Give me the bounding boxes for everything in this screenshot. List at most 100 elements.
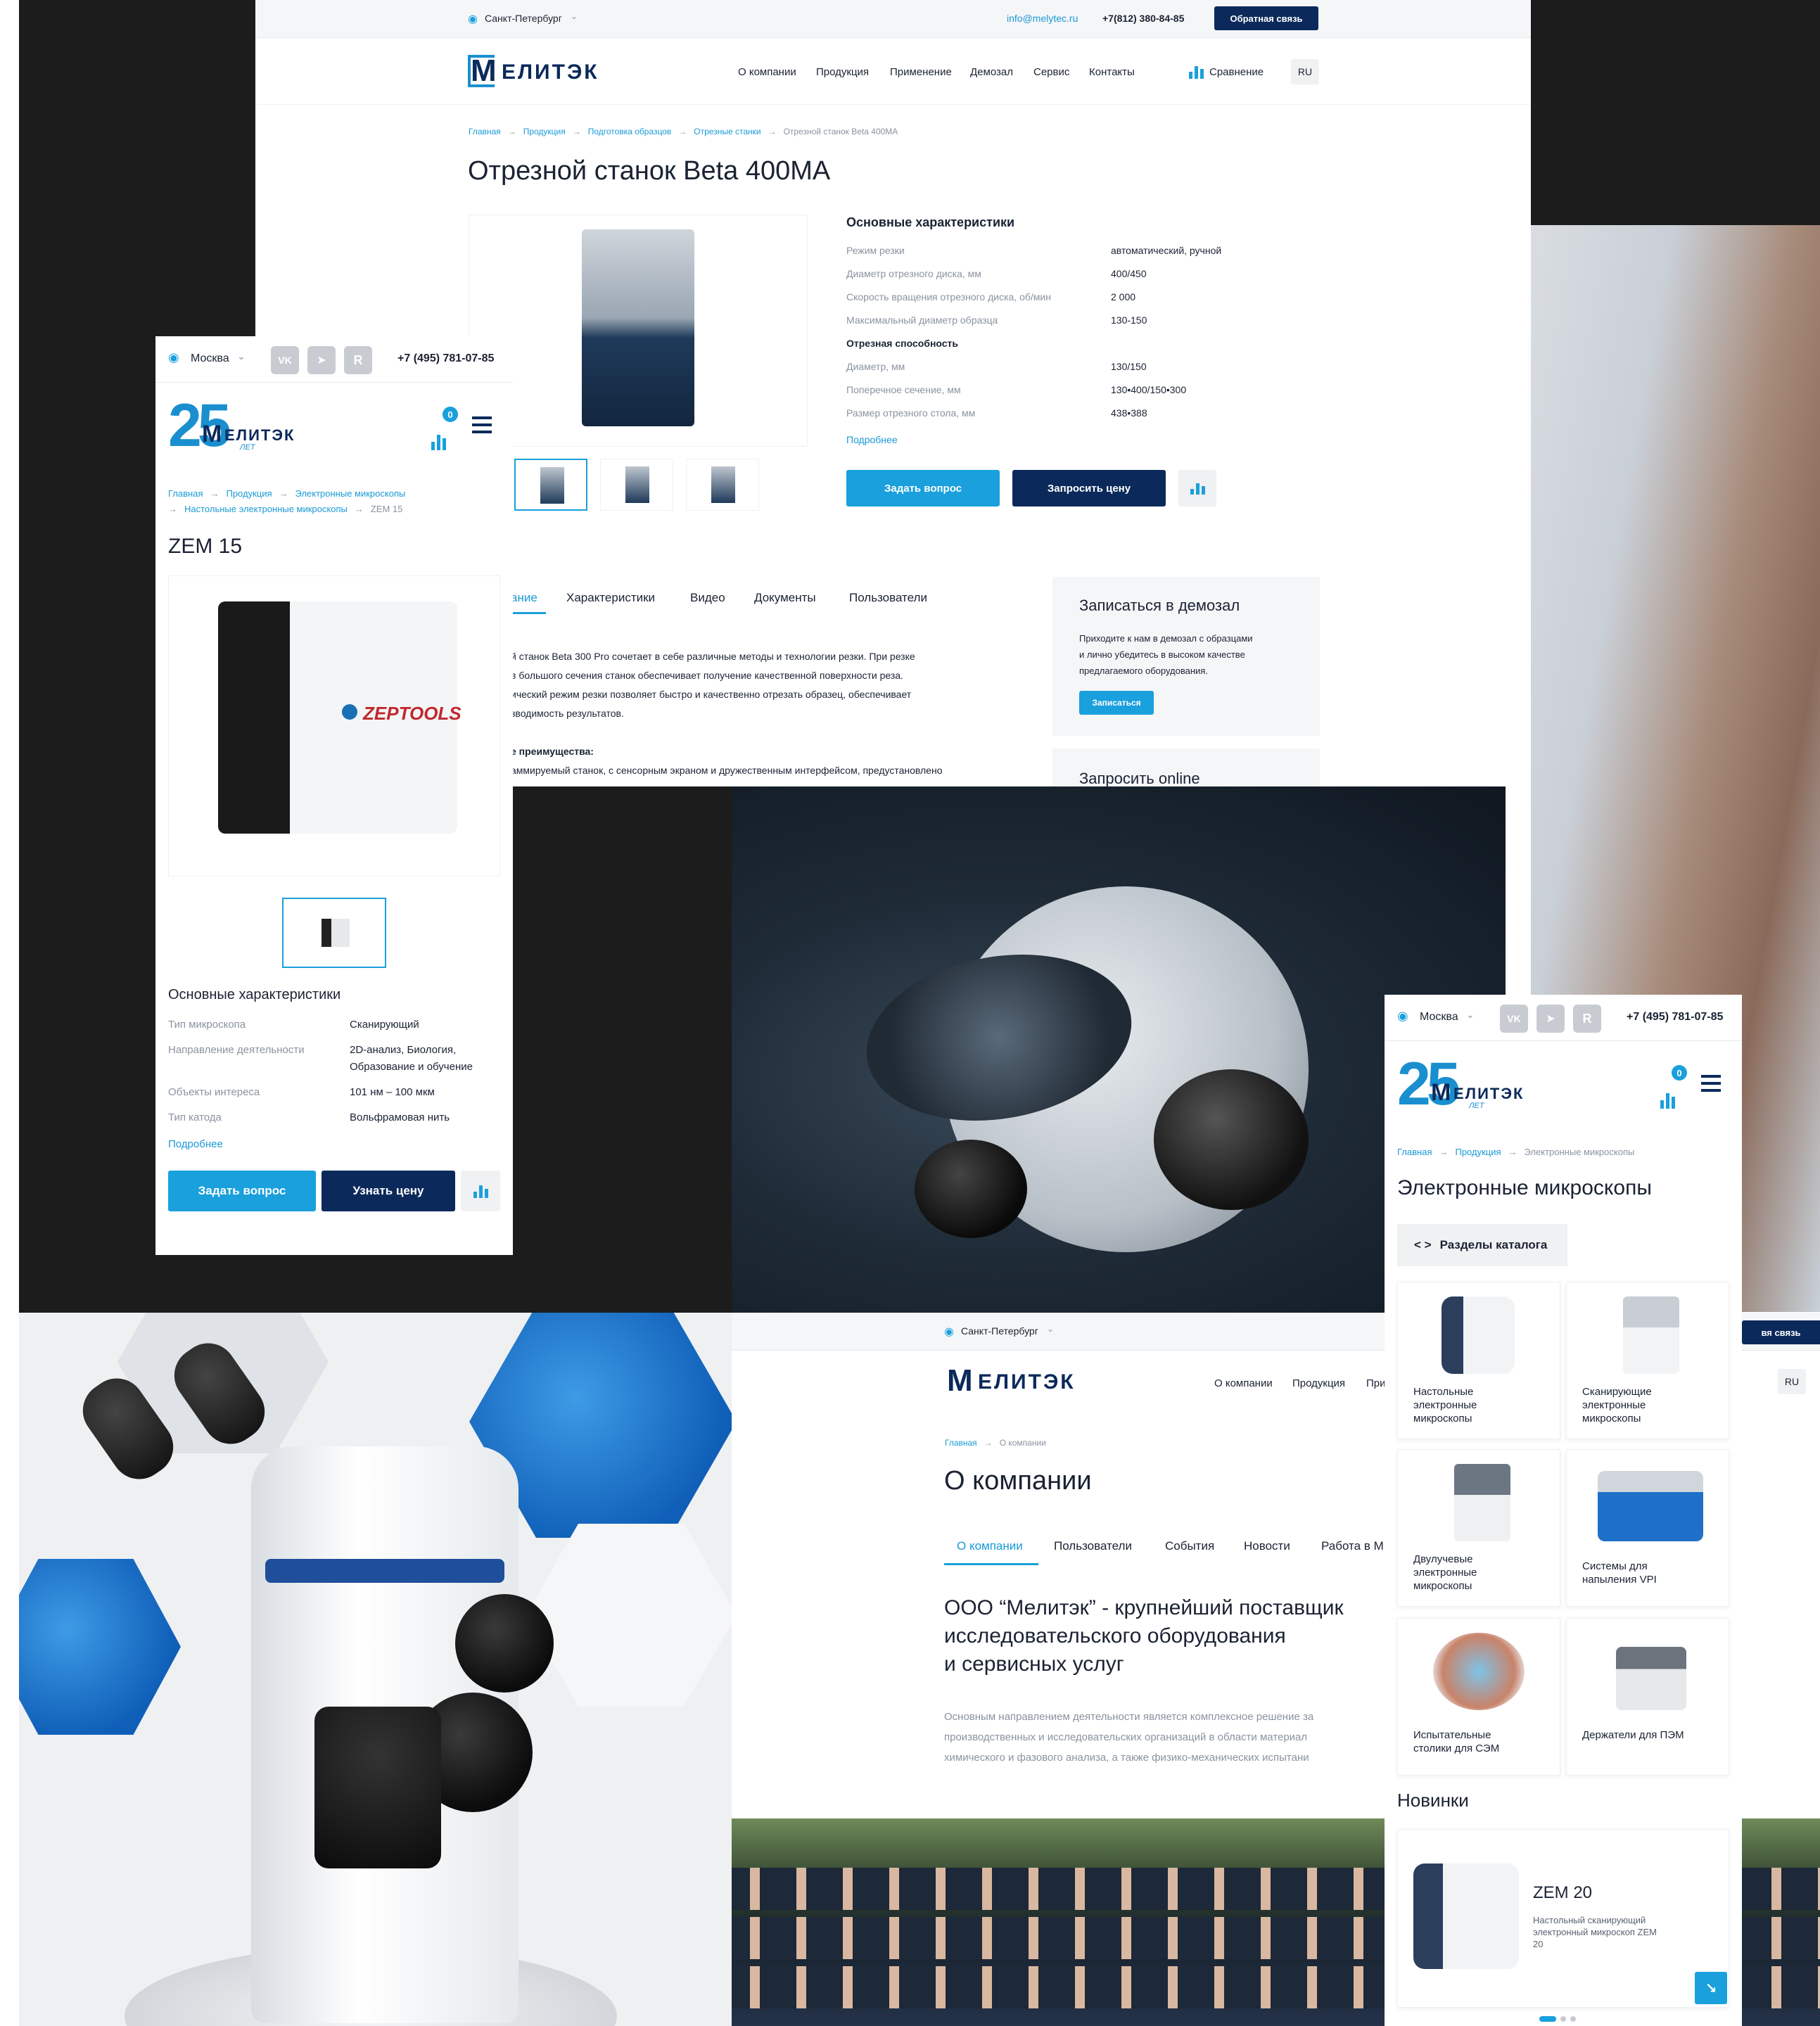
tab-users[interactable]: Пользователи bbox=[1054, 1539, 1132, 1553]
logo-text[interactable]: ЕЛИТЭК bbox=[502, 60, 599, 84]
city-selector[interactable]: Санкт-Петербург bbox=[961, 1325, 1038, 1337]
compare-button[interactable] bbox=[1178, 470, 1216, 507]
hex-blue-2 bbox=[19, 1559, 181, 1735]
crumb-home[interactable]: Главная bbox=[1397, 1147, 1432, 1157]
category-card[interactable]: Настольные электронные микроскопы bbox=[1397, 1282, 1560, 1439]
nav-about[interactable]: О компании bbox=[738, 66, 796, 78]
logo-text[interactable]: ЕЛИТЭК bbox=[978, 1370, 1076, 1394]
crumb-products[interactable]: Продукция bbox=[523, 127, 566, 136]
thumb-3[interactable] bbox=[686, 459, 759, 511]
email-link[interactable]: info@melytec.ru bbox=[1007, 13, 1078, 24]
tab-description[interactable]: ание bbox=[511, 591, 537, 605]
menu-icon[interactable] bbox=[472, 416, 492, 433]
crumb-home[interactable]: Главная bbox=[168, 488, 203, 499]
category-card[interactable]: Держатели для ПЭМ bbox=[1566, 1618, 1729, 1776]
stereo-band bbox=[265, 1559, 504, 1583]
nav-applications[interactable]: Применение bbox=[890, 66, 952, 78]
telegram-icon[interactable]: ➤ bbox=[307, 346, 336, 374]
tab-about[interactable]: О компании bbox=[957, 1539, 1023, 1553]
menu-icon[interactable] bbox=[1701, 1075, 1721, 1092]
headline-line: исследовательского оборудования bbox=[944, 1624, 1286, 1648]
catalog-sections-button[interactable]: < > Разделы каталога bbox=[1397, 1224, 1567, 1266]
ask-question-button[interactable]: Задать вопрос bbox=[846, 470, 1000, 507]
callback-button[interactable]: вя связь bbox=[1742, 1320, 1820, 1344]
tab-documents[interactable]: Документы bbox=[754, 591, 816, 605]
nav-contacts[interactable]: Контакты bbox=[1089, 66, 1135, 78]
active-tab-indicator bbox=[944, 1563, 1038, 1565]
demo-text: Приходите к нам в демозал с образцами и … bbox=[1079, 630, 1253, 679]
category-card[interactable]: Системы для напыления VPI bbox=[1566, 1449, 1729, 1607]
category-card[interactable]: Сканирующие электронные микроскопы bbox=[1566, 1282, 1729, 1439]
nav-applications[interactable]: При bbox=[1366, 1377, 1386, 1389]
demo-signup-button[interactable]: Записаться bbox=[1079, 691, 1154, 715]
product-image-frame: ZEPTOOLS bbox=[168, 575, 500, 877]
spec-key: Размер отрезного стола, мм bbox=[846, 407, 976, 419]
rutube-icon[interactable]: R bbox=[344, 346, 372, 374]
crumb-products[interactable]: Продукция bbox=[226, 488, 272, 499]
carousel-dot-active[interactable] bbox=[1539, 2016, 1556, 2022]
tab-careers[interactable]: Работа в М bbox=[1321, 1539, 1384, 1553]
nav-demo[interactable]: Демозал bbox=[970, 66, 1013, 78]
compare-button[interactable] bbox=[461, 1171, 500, 1211]
compare-icon bbox=[1190, 482, 1205, 495]
nav-products[interactable]: Продукция bbox=[816, 66, 869, 78]
crumb-cutting[interactable]: Отрезные станки bbox=[694, 127, 761, 136]
tab-specs[interactable]: Характеристики bbox=[566, 591, 655, 605]
crumb-home[interactable]: Главная bbox=[469, 127, 501, 136]
compare-icon bbox=[1189, 65, 1204, 79]
tab-video[interactable]: Видео bbox=[690, 591, 725, 605]
telegram-icon[interactable]: ➤ bbox=[1536, 1005, 1565, 1033]
online-title: Запросить online bbox=[1079, 770, 1200, 786]
crumb-home[interactable]: Главная bbox=[945, 1438, 977, 1448]
logo-sub: ЛЕТ bbox=[1469, 1102, 1484, 1110]
crumb-desktop-em[interactable]: Настольные электронные микроскопы bbox=[184, 504, 348, 514]
phone-link[interactable]: +7 (495) 781-07-85 bbox=[1627, 1011, 1723, 1024]
tab-events[interactable]: События bbox=[1165, 1539, 1214, 1553]
adv-line: аммируемый станок, с сенсорным экраном и… bbox=[511, 765, 943, 776]
arrow-down-right-icon[interactable]: ↘ bbox=[1695, 1972, 1727, 2004]
crumb-prep[interactable]: Подготовка образцов bbox=[588, 127, 672, 136]
spec-value: 130•400/150•300 bbox=[1111, 384, 1187, 395]
crumb-current: Электронные микроскопы bbox=[1524, 1147, 1635, 1157]
category-label-line: Системы для bbox=[1582, 1560, 1648, 1572]
carousel-dot[interactable] bbox=[1560, 2016, 1566, 2022]
city-selector[interactable]: Санкт-Петербург bbox=[485, 13, 562, 24]
rutube-icon[interactable]: R bbox=[1573, 1005, 1601, 1033]
lang-switch[interactable]: RU bbox=[1291, 59, 1319, 84]
more-link[interactable]: Подробнее bbox=[168, 1138, 223, 1150]
compare-icon[interactable] bbox=[431, 432, 446, 450]
vk-icon[interactable]: VK bbox=[271, 346, 299, 374]
tab-news[interactable]: Новости bbox=[1244, 1539, 1290, 1553]
nav-service[interactable]: Сервис bbox=[1033, 66, 1069, 78]
ask-question-button[interactable]: Задать вопрос bbox=[168, 1171, 316, 1211]
headline-line: и сервисных услуг bbox=[944, 1652, 1124, 1676]
nav-products[interactable]: Продукция bbox=[1292, 1377, 1345, 1389]
compare-link[interactable]: Сравнение bbox=[1209, 66, 1264, 78]
vk-icon[interactable]: VK bbox=[1500, 1005, 1528, 1033]
thumb-1[interactable] bbox=[514, 459, 587, 511]
logo-text: ЕЛИТЭК bbox=[224, 426, 295, 444]
carousel-dot[interactable] bbox=[1570, 2016, 1576, 2022]
page-title: ZEM 15 bbox=[168, 535, 243, 558]
city-selector[interactable]: Москва bbox=[191, 352, 229, 365]
more-link[interactable]: Подробнее bbox=[846, 434, 898, 445]
zeptools-brand: ZEPTOOLS bbox=[363, 703, 462, 724]
lang-switch[interactable]: RU bbox=[1778, 1369, 1806, 1394]
compare-icon[interactable] bbox=[1660, 1090, 1675, 1109]
thumb-2[interactable] bbox=[600, 459, 673, 511]
microscope-knob-shape bbox=[1154, 1069, 1309, 1210]
category-card[interactable]: Испытательные столики для СЭМ bbox=[1397, 1618, 1560, 1776]
city-selector[interactable]: Москва bbox=[1420, 1011, 1458, 1024]
phone-link[interactable]: +7(812) 380-84-85 bbox=[1102, 13, 1184, 24]
nav-about[interactable]: О компании bbox=[1214, 1377, 1273, 1389]
category-card[interactable]: Двулучевые электронные микроскопы bbox=[1397, 1449, 1560, 1607]
thumb-1[interactable] bbox=[282, 898, 386, 968]
phone-link[interactable]: +7 (495) 781-07-85 bbox=[397, 352, 494, 365]
callback-button[interactable]: Обратная связь bbox=[1214, 6, 1318, 30]
request-price-button[interactable]: Запросить цену bbox=[1012, 470, 1166, 507]
news-card[interactable]: ZEM 20 Настольный сканирующий электронный… bbox=[1397, 1829, 1729, 2008]
tab-users[interactable]: Пользователи bbox=[849, 591, 927, 605]
crumb-products[interactable]: Продукция bbox=[1455, 1147, 1501, 1157]
crumb-em[interactable]: Электронные микроскопы bbox=[295, 488, 406, 499]
get-price-button[interactable]: Узнать цену bbox=[322, 1171, 455, 1211]
